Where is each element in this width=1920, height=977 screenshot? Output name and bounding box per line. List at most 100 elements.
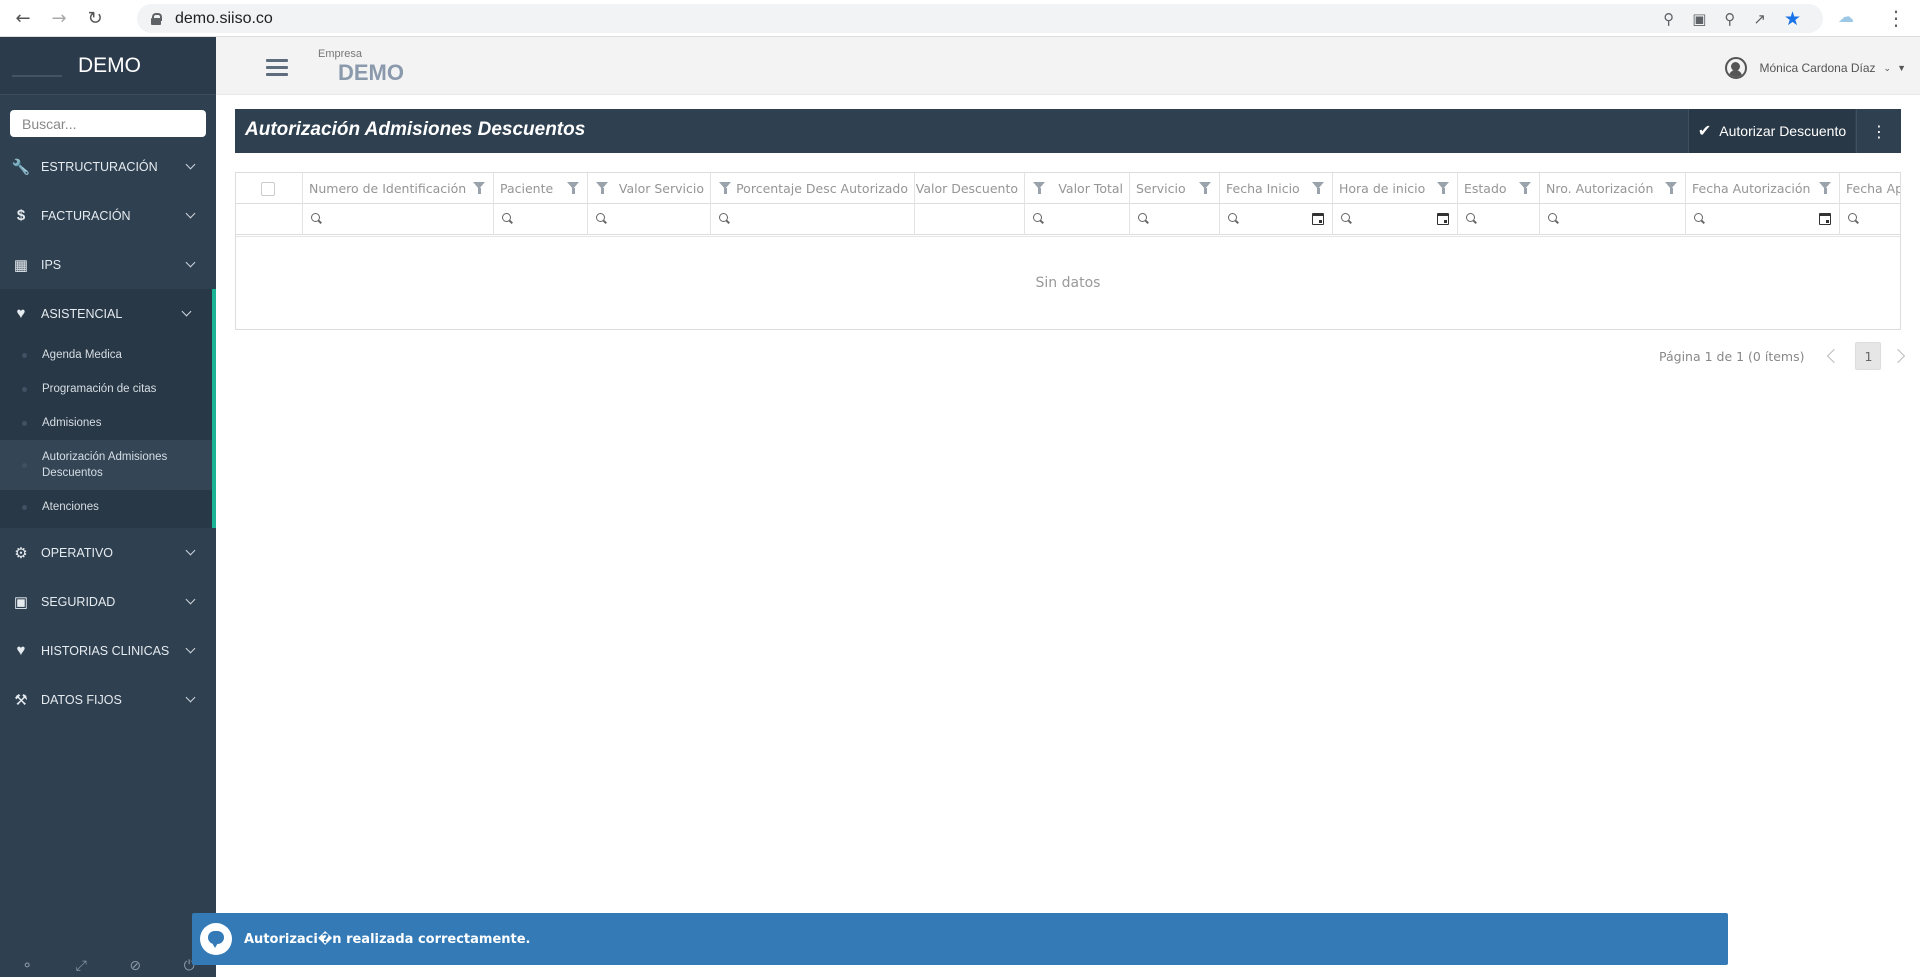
address-bar[interactable]: demo.siiso.co ⚲ ▣ ⚲ ↗ ★ [137, 4, 1823, 33]
calendar-icon[interactable] [1312, 213, 1324, 225]
authorize-discount-button[interactable]: ✔ Autorizar Descuento [1688, 109, 1855, 153]
chevron-down-icon [185, 208, 196, 219]
sidebar-item-label: FACTURACIÓN [41, 208, 131, 223]
sidebar-item-historias-clinicas[interactable]: ♥ HISTORIAS CLINICAS [0, 626, 216, 675]
filter-icon[interactable] [1312, 182, 1324, 194]
column-header[interactable]: Fecha Inicio [1220, 173, 1333, 204]
filter-icon[interactable] [596, 182, 608, 194]
chat-icon[interactable]: ⚬ [21, 958, 33, 974]
column-header[interactable]: Servicio [1130, 173, 1220, 204]
pager: Página 1 de 1 (0 ítems) 1 [1659, 342, 1906, 370]
filter-icon[interactable] [1199, 182, 1211, 194]
sidebar-item-asistencial[interactable]: ♥ ASISTENCIAL [0, 289, 216, 338]
filter-cell[interactable] [1333, 204, 1458, 235]
filter-cell[interactable] [588, 204, 711, 235]
filter-cell[interactable] [494, 204, 588, 235]
fullscreen-icon[interactable]: ⤢ [76, 958, 87, 974]
url-text: demo.siiso.co [175, 9, 273, 27]
filter-icon[interactable] [1033, 182, 1045, 194]
column-title: Paciente [500, 181, 554, 196]
filter-cell[interactable] [1686, 204, 1840, 235]
column-header[interactable]: Fecha Autorización [1686, 173, 1840, 204]
submenu-item-autorizacion-descuentos[interactable]: Autorización Admisiones Descuentos [0, 440, 212, 490]
search-icon [596, 213, 605, 222]
check-icon: ✔ [1697, 123, 1712, 140]
chevron-down-icon [185, 159, 196, 170]
column-header[interactable]: Nro. Autorización [1540, 173, 1686, 204]
filter-cell[interactable] [303, 204, 494, 235]
user-menu[interactable]: Mónica Cardona Díaz ⌄ ▼ [1725, 57, 1906, 79]
chevron-down-icon [185, 257, 196, 268]
hospital-icon: ▦ [13, 256, 29, 274]
calendar-icon[interactable] [1437, 213, 1449, 225]
search-icon [311, 213, 320, 222]
brand[interactable]: DEMO [0, 37, 216, 95]
submenu-item-admisiones[interactable]: Admisiones [0, 406, 212, 440]
filter-cell[interactable] [1540, 204, 1686, 235]
column-header[interactable]: Porcentaje Desc Autorizado [711, 173, 915, 204]
extension-icon[interactable]: ☁ [1838, 7, 1864, 29]
sidebar-item-datos-fijos[interactable]: ⚒ DATOS FIJOS [0, 675, 216, 724]
success-toast[interactable]: Autorizaci�n realizada correctamente. [192, 913, 1728, 965]
filter-cell[interactable] [1130, 204, 1220, 235]
sidebar-item-facturacion[interactable]: $ FACTURACIÓN [0, 191, 216, 240]
column-title: Numero de Identificación [309, 181, 467, 196]
search-icon [719, 213, 728, 222]
hamburger-icon[interactable] [266, 59, 288, 76]
column-header[interactable]: Paciente [494, 173, 588, 204]
filter-cell[interactable] [915, 204, 1025, 235]
column-header[interactable]: Valor Total [1025, 173, 1130, 204]
star-icon[interactable]: ★ [1784, 8, 1801, 30]
submenu-item-programacion-citas[interactable]: Programación de citas [0, 372, 212, 406]
filter-icon[interactable] [1437, 182, 1449, 194]
calendar-icon[interactable] [1819, 213, 1831, 225]
sidebar-item-label: ESTRUCTURACIÓN [41, 159, 158, 174]
sidebar-item-label: HISTORIAS CLINICAS [41, 643, 170, 658]
filter-cell[interactable] [1220, 204, 1333, 235]
column-header[interactable]: Numero de Identificación [303, 173, 494, 204]
filter-icon[interactable] [1519, 182, 1531, 194]
translate-icon[interactable]: ▣ [1692, 10, 1706, 28]
top-header: Empresa DEMO Mónica Cardona Díaz ⌄ ▼ [216, 37, 1920, 95]
submenu-item-agenda-medica[interactable]: Agenda Medica [0, 338, 212, 372]
page-button[interactable]: 1 [1855, 342, 1882, 370]
sidebar-item-label: SEGURIDAD [41, 594, 116, 609]
reload-icon[interactable]: ↻ [82, 5, 108, 31]
filter-cell[interactable] [1025, 204, 1130, 235]
gavel-icon: ⚒ [14, 691, 28, 709]
column-header[interactable]: Valor Servicio [588, 173, 711, 204]
select-all-checkbox[interactable] [261, 181, 275, 196]
dollar-icon: $ [16, 207, 26, 224]
search-icon [1548, 213, 1557, 222]
column-header[interactable]: Hora de inicio [1333, 173, 1458, 204]
share-icon[interactable]: ↗ [1753, 10, 1766, 28]
column-header[interactable]: Valor Descuento [915, 173, 1025, 204]
forward-icon[interactable]: → [46, 5, 72, 31]
filter-cell[interactable] [1458, 204, 1540, 235]
back-icon[interactable]: ← [10, 5, 36, 31]
filter-cell[interactable] [711, 204, 915, 235]
filter-icon[interactable] [1819, 182, 1831, 194]
zoom-icon[interactable]: ⚲ [1724, 10, 1735, 28]
more-options-icon[interactable]: ⋮ [1856, 109, 1901, 153]
sidebar-item-label: OPERATIVO [41, 545, 114, 560]
filter-icon[interactable] [567, 182, 579, 194]
menu-icon[interactable]: ⋮ [1886, 6, 1906, 30]
block-icon[interactable]: ⊘ [129, 958, 141, 974]
column-header[interactable]: Estado [1458, 173, 1540, 204]
filter-cell[interactable] [1840, 204, 1900, 235]
column-header[interactable]: Fecha Apr [1840, 173, 1900, 204]
sidebar-item-estructuracion[interactable]: 🔧 ESTRUCTURACIÓN [0, 142, 216, 191]
filter-icon[interactable] [1665, 182, 1677, 194]
chevron-left-icon[interactable] [1827, 348, 1842, 364]
search-input[interactable]: Buscar... [10, 110, 206, 137]
filter-icon[interactable] [473, 182, 485, 194]
sidebar-item-operativo[interactable]: ⚙ OPERATIVO [0, 528, 216, 577]
column-title: Fecha Apr [1846, 181, 1900, 196]
chevron-right-icon[interactable] [1891, 348, 1906, 364]
search-icon [1033, 213, 1042, 222]
submenu-item-atenciones[interactable]: Atenciones [0, 490, 212, 524]
location-icon[interactable]: ⚲ [1663, 10, 1674, 28]
sidebar-item-seguridad[interactable]: ▣ SEGURIDAD [0, 577, 216, 626]
sidebar-item-ips[interactable]: ▦ IPS [0, 240, 216, 289]
